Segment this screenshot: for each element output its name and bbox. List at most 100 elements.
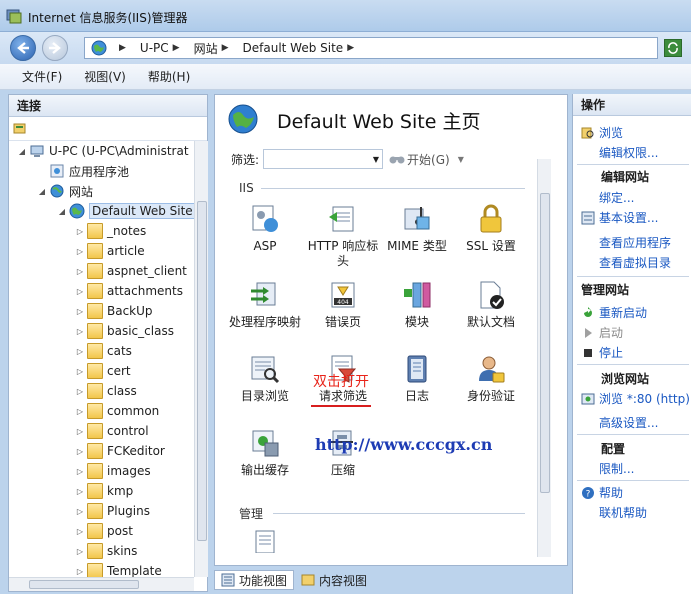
expand-icon[interactable]: ▷	[75, 507, 85, 516]
feature-default-document[interactable]: 默认文档	[451, 279, 531, 330]
arrow-right-icon	[49, 42, 61, 54]
tree-item-folder[interactable]: ▷ aspnet_client	[75, 261, 187, 281]
tree-item-folder[interactable]: ▷ attachments	[75, 281, 183, 301]
action-basic-settings[interactable]: 基本设置...	[581, 209, 658, 226]
action-browse[interactable]: 浏览	[581, 124, 623, 141]
action-bindings[interactable]: 绑定...	[599, 189, 634, 206]
feature-modules[interactable]: 模块	[377, 279, 457, 330]
breadcrumb-u-pc[interactable]: U-PC ▶	[140, 41, 186, 55]
feature-output-caching[interactable]: 输出缓存	[225, 427, 305, 478]
action-start[interactable]: 启动	[581, 324, 623, 341]
tree-item-folder[interactable]: ▷ _notes	[75, 221, 146, 241]
feature-http-response-headers[interactable]: HTTP 响应标头	[303, 203, 383, 269]
tree-item-folder[interactable]: ▷ skins	[75, 541, 137, 561]
action-browse-80[interactable]: 浏览 *:80 (http)	[581, 390, 690, 407]
feature-ssl-settings[interactable]: SSL 设置	[451, 203, 531, 254]
feature-handler-mappings[interactable]: 处理程序映射	[225, 279, 305, 330]
tree-item-folder[interactable]: ▷ BackUp	[75, 301, 153, 321]
breadcrumb-default-web-site[interactable]: Default Web Site ▶	[243, 41, 361, 55]
feature-mime-types[interactable]: MIME 类型	[377, 203, 457, 254]
tree-item-folder[interactable]: ▷ post	[75, 521, 133, 541]
features-scrollbar[interactable]	[537, 159, 551, 557]
expand-icon[interactable]: ▷	[75, 427, 85, 436]
menu-help[interactable]: 帮助(H)	[148, 68, 190, 85]
tree-item-folder[interactable]: ▷ cats	[75, 341, 132, 361]
scroll-thumb[interactable]	[197, 201, 207, 541]
folder-icon	[87, 543, 103, 559]
breadcrumb-sep[interactable]: ▶	[115, 43, 132, 53]
chevron-down-icon[interactable]: ▼	[373, 155, 379, 164]
feature-directory-browsing[interactable]: 目录浏览	[225, 353, 305, 404]
tree-item-folder[interactable]: ▷ Plugins	[75, 501, 150, 521]
expand-icon[interactable]: ▷	[75, 287, 85, 296]
action-edit-permissions[interactable]: 编辑权限...	[599, 144, 658, 161]
expand-icon[interactable]: ▷	[75, 487, 85, 496]
expand-icon[interactable]: ▷	[75, 327, 85, 336]
tree-item-folder[interactable]: ▷ kmp	[75, 481, 133, 501]
tree-item-folder[interactable]: ▷ cert	[75, 361, 131, 381]
tree-item-sites[interactable]: ◢ 网站	[37, 181, 93, 201]
http-headers-icon	[329, 206, 354, 232]
tree-item-folder[interactable]: ▷ images	[75, 461, 151, 481]
chevron-down-icon[interactable]: ▼	[458, 155, 464, 164]
back-button[interactable]	[10, 35, 36, 61]
tree-item-app-pools[interactable]: 应用程序池	[37, 161, 129, 181]
action-help[interactable]: ? 帮助	[581, 484, 623, 501]
tree-vertical-scrollbar[interactable]	[194, 141, 208, 577]
forward-button[interactable]	[42, 35, 68, 61]
breadcrumb-sites[interactable]: 网站 ▶	[194, 40, 235, 57]
action-limits[interactable]: 限制...	[599, 460, 634, 477]
action-view-virtual-directories[interactable]: 查看虚拟目录	[599, 254, 671, 271]
collapse-icon[interactable]: ◢	[57, 207, 67, 216]
expand-icon[interactable]: ▷	[75, 567, 85, 576]
create-connection-icon[interactable]	[13, 121, 27, 135]
expand-icon[interactable]: ▷	[75, 527, 85, 536]
expand-icon[interactable]: ▷	[75, 267, 85, 276]
tree-item-folder[interactable]: ▷ common	[75, 401, 159, 421]
expand-icon[interactable]: ▷	[75, 387, 85, 396]
expand-icon[interactable]: ▷	[75, 347, 85, 356]
tab-features-view[interactable]: 功能视图	[214, 570, 295, 590]
tree-item-folder[interactable]: ▷ Template	[75, 561, 162, 577]
scroll-thumb[interactable]	[29, 580, 139, 589]
management-feature-icon[interactable]	[253, 529, 277, 553]
expand-icon[interactable]: ▷	[75, 307, 85, 316]
refresh-button[interactable]	[664, 39, 682, 57]
feature-error-pages[interactable]: 404 错误页	[303, 279, 383, 330]
collapse-icon[interactable]: ◢	[17, 147, 27, 156]
tree-item-folder[interactable]: ▷ basic_class	[75, 321, 174, 341]
tab-content-view[interactable]: 内容视图	[294, 570, 374, 590]
expand-icon[interactable]: ▷	[75, 447, 85, 456]
menu-view[interactable]: 视图(V)	[84, 68, 126, 85]
address-field[interactable]: ▶ U-PC ▶ 网站 ▶ Default Web Site ▶	[84, 37, 658, 59]
expand-icon[interactable]: ▷	[75, 367, 85, 376]
expand-icon[interactable]: ▷	[75, 407, 85, 416]
tree-item-folder[interactable]: ▷ control	[75, 421, 149, 441]
tree-item-server[interactable]: ◢ U-PC (U-PC\Administrat	[17, 141, 189, 161]
tree-item-folder[interactable]: ▷ FCKeditor	[75, 441, 165, 461]
collapse-icon[interactable]: ◢	[37, 187, 47, 196]
scroll-thumb[interactable]	[540, 193, 550, 493]
expand-icon[interactable]: ▷	[75, 227, 85, 236]
expand-icon[interactable]: ▷	[75, 467, 85, 476]
tree-horizontal-scrollbar[interactable]	[9, 577, 194, 591]
asp-icon	[252, 205, 278, 232]
feature-asp[interactable]: ASP	[225, 203, 305, 254]
start-button[interactable]: 开始(G) ▼	[389, 151, 464, 168]
action-restart[interactable]: 重新启动	[581, 304, 647, 321]
tree-item-folder[interactable]: ▷ article	[75, 241, 145, 261]
feature-logging[interactable]: 日志	[377, 353, 457, 404]
action-online-help[interactable]: 联机帮助	[599, 504, 647, 521]
expand-icon[interactable]: ▷	[75, 247, 85, 256]
filter-input[interactable]: ▼	[263, 149, 384, 169]
action-stop[interactable]: 停止	[581, 344, 623, 361]
menu-file[interactable]: 文件(F)	[22, 68, 62, 85]
section-divider	[577, 276, 689, 277]
feature-authentication[interactable]: 身份验证	[451, 353, 531, 404]
tree-item-folder[interactable]: ▷ class	[75, 381, 137, 401]
action-advanced-settings[interactable]: 高级设置...	[599, 414, 658, 431]
action-view-applications[interactable]: 查看应用程序	[599, 234, 671, 251]
address-bar: ▶ U-PC ▶ 网站 ▶ Default Web Site ▶	[0, 32, 691, 64]
tree-item-default-web-site[interactable]: ◢ Default Web Site	[57, 201, 194, 221]
expand-icon[interactable]: ▷	[75, 547, 85, 556]
